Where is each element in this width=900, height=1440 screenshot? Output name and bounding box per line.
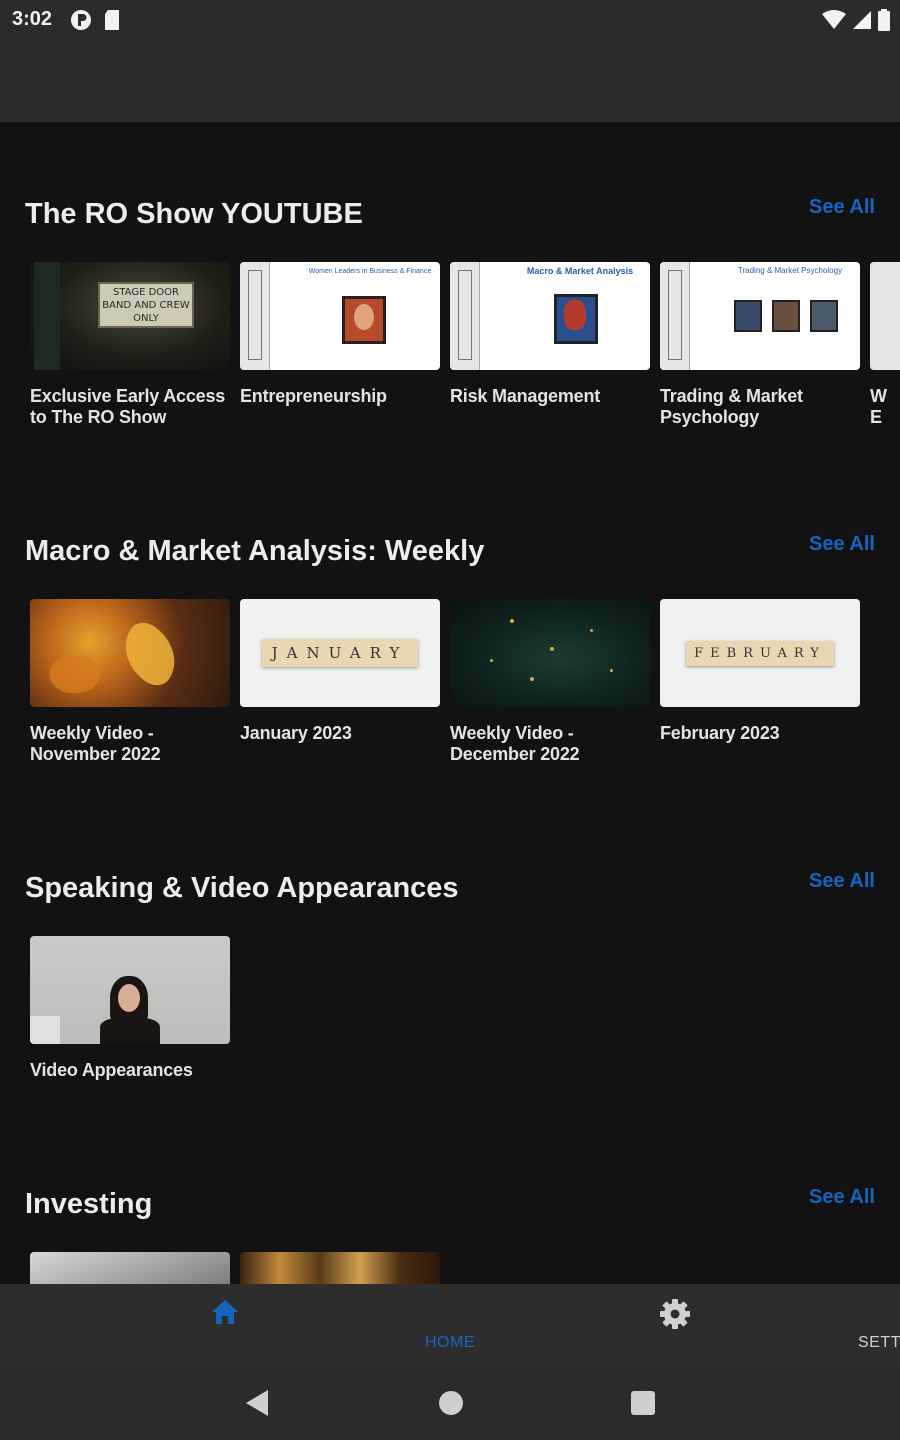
home-circle-icon[interactable] — [437, 1388, 465, 1418]
card-thumbnail: Women Leaders in Business & Finance — [240, 262, 440, 370]
card-title: Exclusive Early Access to The RO Show — [30, 386, 226, 427]
card-title: Video Appearances — [30, 1060, 193, 1080]
system-nav-bar — [0, 1368, 900, 1440]
video-card[interactable] — [240, 1252, 440, 1284]
video-card[interactable]: Weekly Video - November 2022 — [30, 599, 230, 765]
card-title: Weekly Video - November 2022 — [30, 723, 161, 764]
section-title: Macro & Market Analysis: Weekly — [25, 535, 485, 567]
video-card[interactable]: STAGE DOOR BAND AND CREW ONLY Exclusive … — [30, 262, 230, 428]
status-time: 3:02 — [12, 8, 53, 30]
video-card[interactable]: JANUARY January 2023 — [240, 599, 440, 744]
card-thumbnail — [450, 599, 650, 707]
nav-settings[interactable]: SETTINGS — [450, 1284, 900, 1368]
battery-icon — [878, 9, 890, 31]
card-thumbnail: JANUARY — [240, 599, 440, 707]
see-all-link[interactable]: See All — [809, 533, 875, 556]
wifi-icon — [822, 10, 846, 29]
bottom-nav: HOME SETTINGS — [0, 1284, 900, 1368]
video-card[interactable]: Macro & Market Analysis Risk Management — [450, 262, 650, 407]
nav-label: SETTINGS — [857, 1334, 900, 1351]
card-title: W E — [870, 386, 887, 427]
card-title: Risk Management — [450, 386, 601, 406]
scrabble-tiles: FEBRUARY — [686, 640, 834, 666]
card-thumbnail: Trading & Market Psychology — [660, 262, 860, 370]
see-all-link[interactable]: See All — [809, 1186, 875, 1209]
section-title: The RO Show YOUTUBE — [25, 198, 363, 230]
video-card[interactable]: FEBRUARY February 2023 — [660, 599, 860, 744]
scrabble-tiles: JANUARY — [261, 639, 419, 667]
video-card[interactable]: Women Leaders in Business & Finance Entr… — [240, 262, 440, 407]
card-row[interactable]: STAGE DOOR BAND AND CREW ONLY Exclusive … — [30, 262, 900, 442]
video-card[interactable]: Video Appearances — [30, 936, 230, 1081]
card-thumbnail — [240, 1252, 440, 1284]
card-title: Trading & Market Psychology — [660, 386, 803, 427]
card-row[interactable]: Weekly Video - November 2022 JANUARY Jan… — [30, 599, 900, 779]
card-thumbnail — [870, 262, 900, 370]
back-icon[interactable] — [244, 1388, 270, 1418]
video-card[interactable] — [30, 1252, 230, 1284]
see-all-link[interactable]: See All — [809, 870, 875, 893]
card-thumbnail — [30, 599, 230, 707]
p-icon — [71, 10, 91, 30]
card-row[interactable]: Video Appearances — [30, 936, 900, 1116]
gear-icon — [660, 1299, 690, 1329]
recents-icon[interactable] — [629, 1388, 657, 1418]
thumb-header: Macro & Market Analysis — [526, 266, 634, 276]
nav-home[interactable]: HOME — [0, 1284, 475, 1368]
card-thumbnail — [30, 936, 230, 1044]
status-bar: 3:02 — [0, 0, 900, 40]
card-title: January 2023 — [240, 723, 352, 743]
thumb-header: Trading & Market Psychology — [737, 266, 843, 275]
sd-card-icon — [105, 10, 119, 30]
home-content[interactable]: The RO Show YOUTUBE See All STAGE DOOR B… — [0, 122, 900, 1284]
card-row[interactable] — [30, 1252, 900, 1284]
card-thumbnail: Macro & Market Analysis — [450, 262, 650, 370]
see-all-link[interactable]: See All — [809, 196, 875, 219]
card-title: Entrepreneurship — [240, 386, 387, 406]
video-card[interactable]: Weekly Video - December 2022 — [450, 599, 650, 765]
stage-door-sign: STAGE DOOR BAND AND CREW ONLY — [98, 282, 194, 328]
thumb-header: Women Leaders in Business & Finance — [308, 268, 432, 275]
signal-icon — [853, 11, 871, 29]
section-title: Speaking & Video Appearances — [25, 872, 459, 904]
section-title: Investing — [25, 1188, 153, 1220]
video-card[interactable]: Trading & Market Psychology Trading & Ma… — [660, 262, 860, 428]
video-card[interactable]: W E — [870, 262, 900, 428]
home-icon — [212, 1300, 238, 1324]
card-title: February 2023 — [660, 723, 780, 743]
card-thumbnail: STAGE DOOR BAND AND CREW ONLY — [30, 262, 230, 370]
top-app-bar — [0, 40, 900, 122]
card-thumbnail: FEBRUARY — [660, 599, 860, 707]
card-thumbnail — [30, 1252, 230, 1284]
card-title: Weekly Video - December 2022 — [450, 723, 580, 764]
